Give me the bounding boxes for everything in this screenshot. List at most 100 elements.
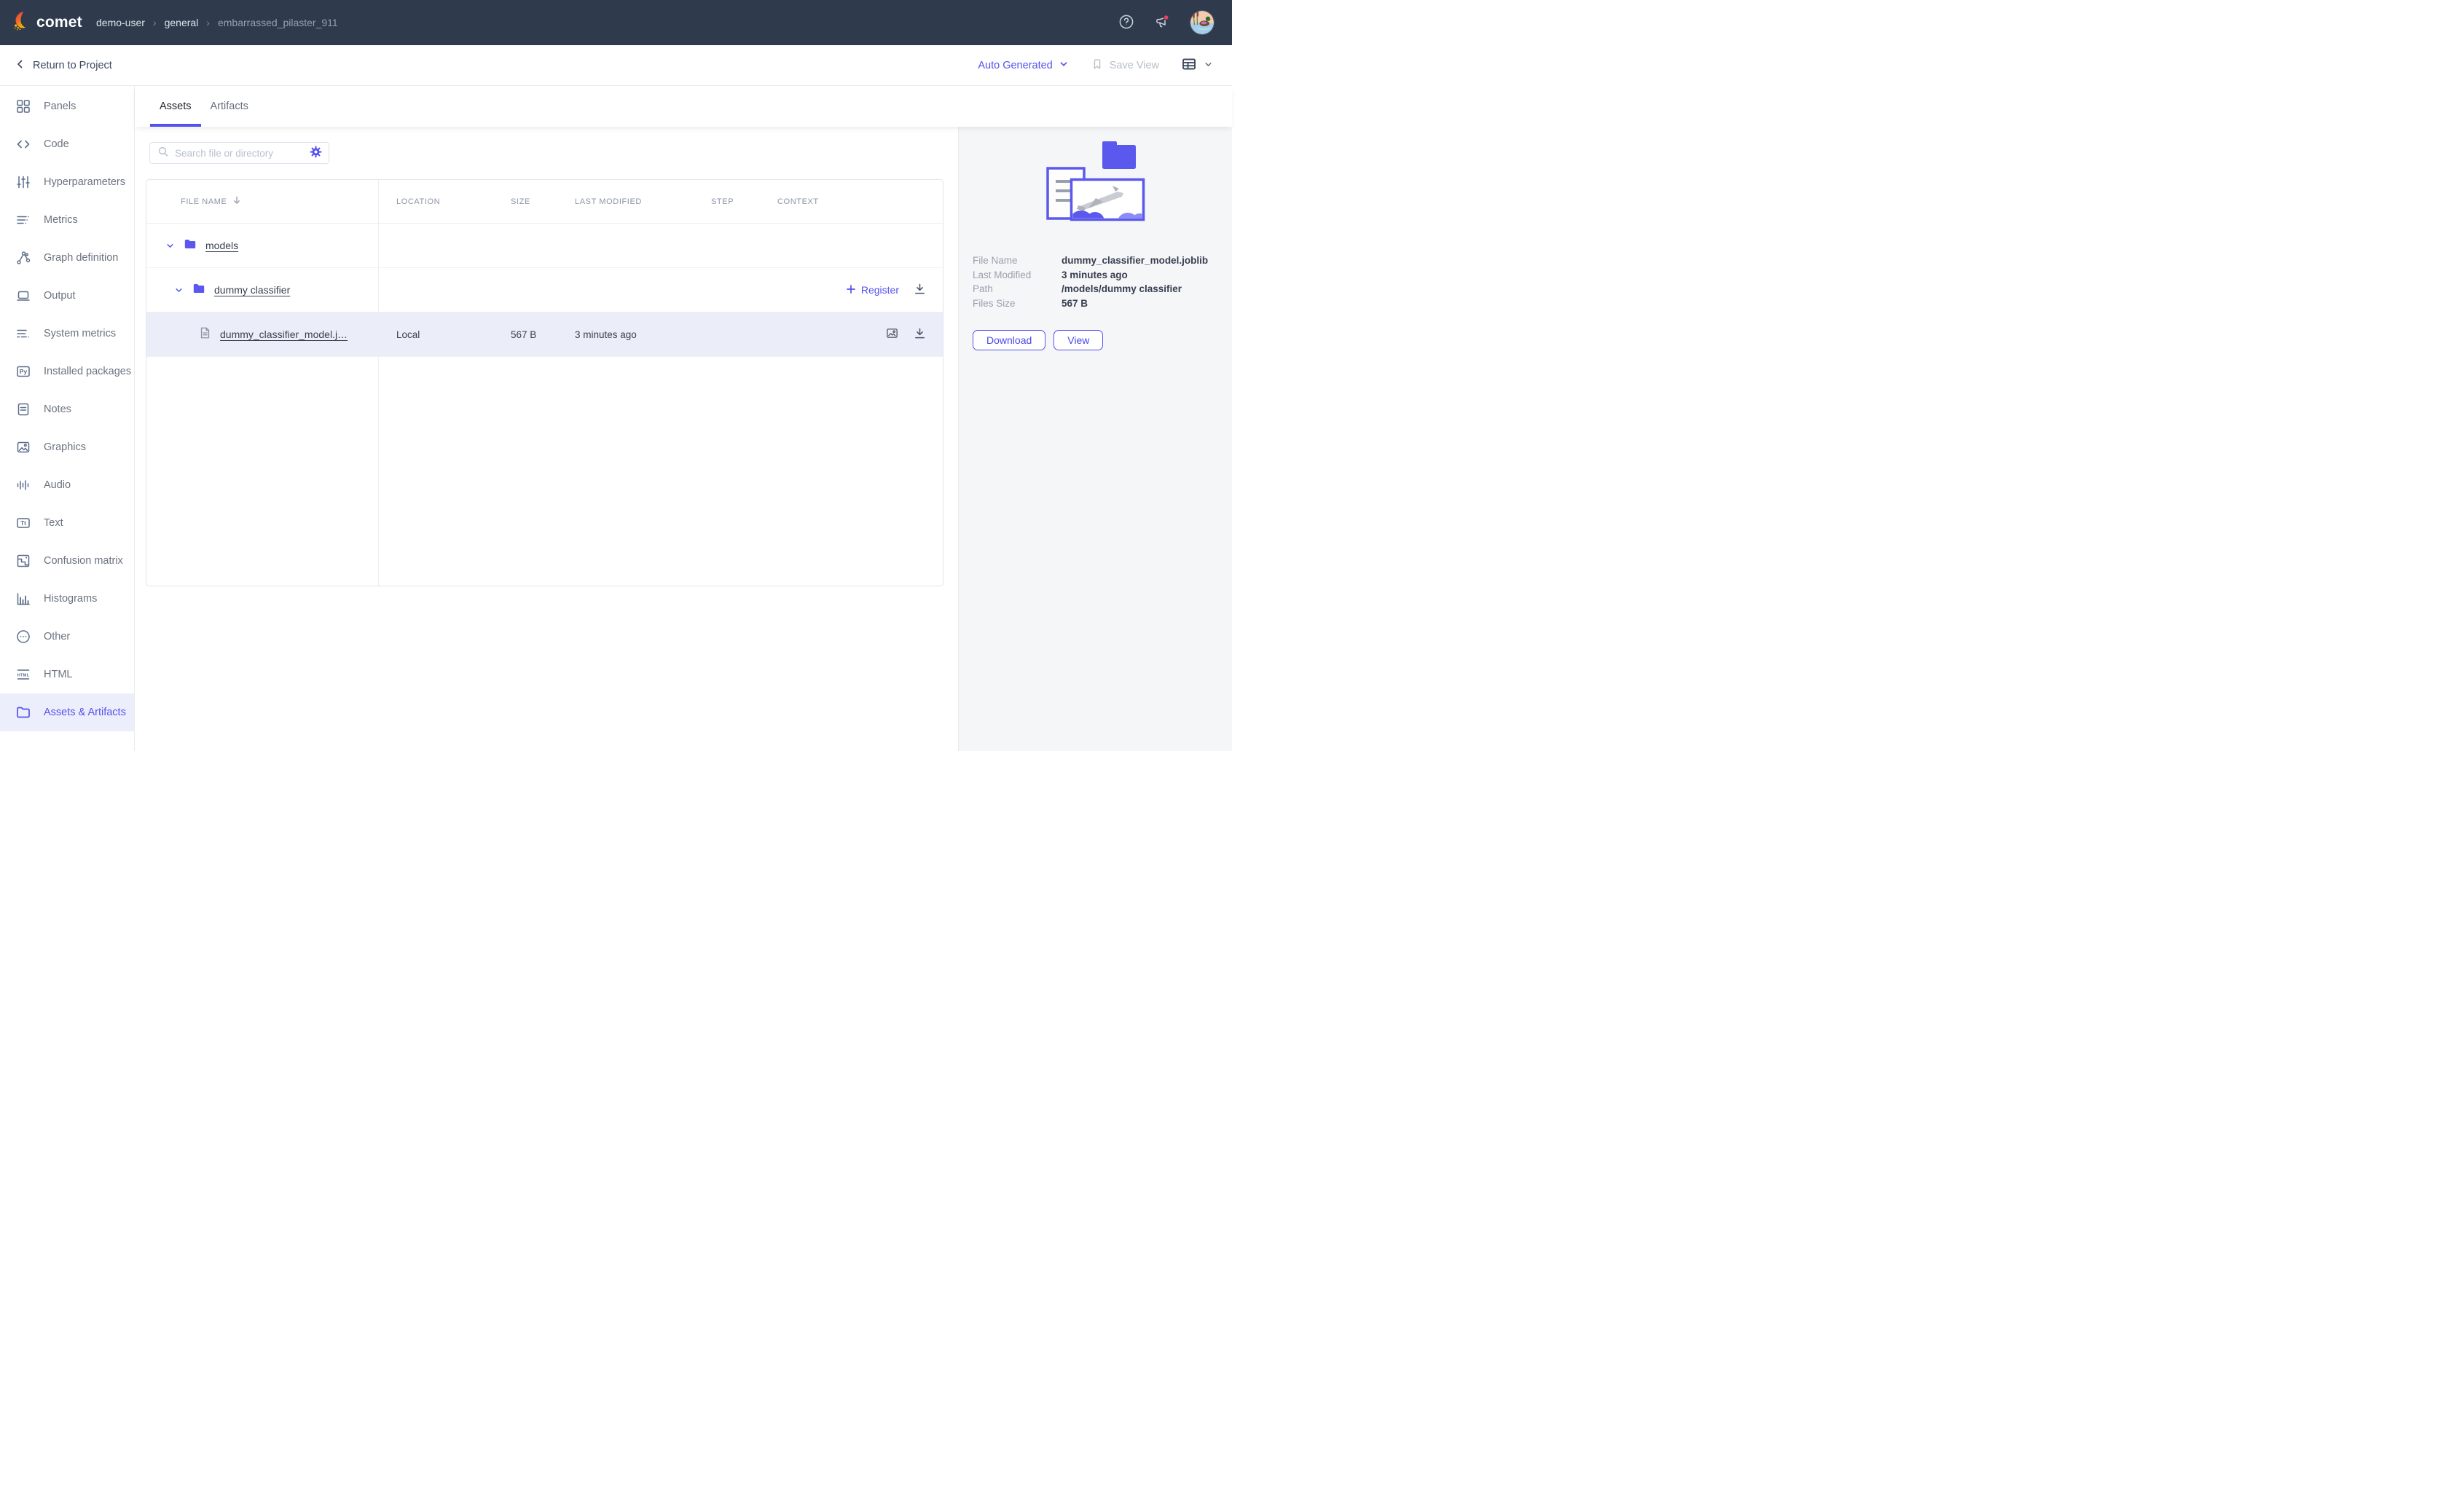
- folder-link[interactable]: models: [205, 240, 238, 251]
- breadcrumb: demo-user › general › embarrassed_pilast…: [96, 17, 338, 28]
- column-header-label: SIZE: [511, 197, 530, 206]
- search-input[interactable]: [175, 148, 304, 159]
- histogram-icon: [15, 591, 31, 607]
- tab-artifacts[interactable]: Artifacts: [201, 86, 258, 127]
- sidebar-item-histograms[interactable]: Histograms: [0, 580, 134, 618]
- preview-image-button[interactable]: [885, 326, 899, 342]
- view-button[interactable]: View: [1054, 330, 1103, 350]
- content-body: FILE NAME LOCATION SIZE LAST MODIFIED ST…: [135, 127, 1232, 751]
- register-model-button[interactable]: Register: [846, 284, 899, 296]
- tab-assets-label: Assets: [160, 101, 192, 112]
- sidebar-item-assets-artifacts[interactable]: Assets & Artifacts: [0, 693, 134, 731]
- sliders-icon: [15, 174, 31, 190]
- code-icon: [15, 136, 31, 152]
- row-actions: [885, 312, 927, 356]
- download-folder-button[interactable]: [913, 282, 927, 298]
- breadcrumb-workspace[interactable]: demo-user: [96, 17, 145, 28]
- detail-row-path: Path /models/dummy classifier: [973, 282, 1232, 296]
- column-header-step[interactable]: STEP: [711, 180, 734, 223]
- view-selector-dropdown[interactable]: Auto Generated: [978, 59, 1068, 72]
- search-settings-button[interactable]: [310, 146, 322, 160]
- sidebar-item-label: Graphics: [44, 441, 86, 453]
- sidebar-item-system-metrics[interactable]: System metrics: [0, 315, 134, 353]
- breadcrumb-separator: ›: [153, 17, 157, 28]
- file-link[interactable]: dummy_classifier_model.j…: [220, 329, 348, 340]
- column-header-size[interactable]: SIZE: [511, 180, 530, 223]
- sidebar-item-audio[interactable]: Audio: [0, 466, 134, 504]
- svg-text:Tt: Tt: [20, 520, 26, 527]
- tab-strip: Assets Artifacts: [135, 86, 1232, 127]
- bookmark-icon: [1091, 58, 1104, 74]
- logo-wordmark: comet: [36, 14, 82, 31]
- save-view-button[interactable]: Save View: [1091, 58, 1159, 74]
- column-header-context[interactable]: CONTEXT: [777, 180, 819, 223]
- collapse-chevron-icon[interactable]: [165, 241, 175, 251]
- sidebar-item-hyperparameters[interactable]: Hyperparameters: [0, 163, 134, 201]
- sidebar-item-label: Confusion matrix: [44, 555, 123, 567]
- breadcrumb-experiment: embarrassed_pilaster_911: [218, 17, 338, 28]
- column-header-label: LOCATION: [396, 197, 440, 206]
- folder-icon: [15, 704, 31, 720]
- sidebar-item-html[interactable]: HTML HTML: [0, 656, 134, 693]
- tab-assets[interactable]: Assets: [150, 86, 201, 127]
- other-icon: [15, 629, 31, 645]
- comet-logo[interactable]: comet: [12, 10, 85, 36]
- help-icon: [1118, 14, 1134, 32]
- assets-pane: FILE NAME LOCATION SIZE LAST MODIFIED ST…: [135, 127, 958, 751]
- sidebar-item-code[interactable]: Code: [0, 125, 134, 163]
- sort-descending-icon: [232, 195, 242, 208]
- collapse-chevron-icon[interactable]: [174, 286, 184, 295]
- sidebar-item-metrics[interactable]: Metrics: [0, 201, 134, 239]
- table-row-dummy-classifier[interactable]: dummy classifier Register: [146, 268, 943, 312]
- breadcrumb-project[interactable]: general: [165, 17, 199, 28]
- column-header-last-modified[interactable]: LAST MODIFIED: [575, 180, 642, 223]
- row-actions: Register: [846, 268, 927, 312]
- sidebar-item-graphics[interactable]: Graphics: [0, 428, 134, 466]
- sidebar-item-graph-definition[interactable]: Graph definition: [0, 239, 134, 277]
- column-header-label: CONTEXT: [777, 197, 819, 206]
- layout-switcher-button[interactable]: [1181, 56, 1213, 74]
- sidebar-item-text[interactable]: Tt Text: [0, 504, 134, 542]
- register-label: Register: [861, 284, 899, 296]
- main-content: Assets Artifacts: [135, 86, 1232, 751]
- sidebar-item-label: Metrics: [44, 214, 78, 226]
- notes-icon: [15, 401, 31, 417]
- gear-icon: [310, 146, 322, 160]
- sidebar-item-label: Hyperparameters: [44, 176, 125, 188]
- file-name-cell: dummy_classifier_model.j…: [199, 312, 348, 356]
- download-button[interactable]: Download: [973, 330, 1045, 350]
- table-row-models[interactable]: models: [146, 224, 943, 268]
- sidebar-item-output[interactable]: Output: [0, 277, 134, 315]
- toolbar-right: Auto Generated Save View: [978, 56, 1213, 74]
- sidebar-item-panels[interactable]: Panels: [0, 87, 134, 125]
- sidebar-item-label: Audio: [44, 479, 71, 491]
- sidebar-item-other[interactable]: Other: [0, 618, 134, 656]
- announcements-button[interactable]: [1153, 13, 1171, 33]
- column-header-location[interactable]: LOCATION: [396, 180, 440, 223]
- sidebar-item-notes[interactable]: Notes: [0, 390, 134, 428]
- panels-icon: [15, 98, 31, 114]
- folder-link[interactable]: dummy classifier: [214, 284, 290, 296]
- sidebar-item-confusion-matrix[interactable]: Confusion matrix: [0, 542, 134, 580]
- text-icon: Tt: [15, 515, 31, 531]
- comet-flame-icon: [12, 10, 31, 36]
- chevron-down-icon: [1059, 59, 1069, 72]
- return-to-project-label: Return to Project: [33, 60, 112, 71]
- help-button[interactable]: [1118, 14, 1134, 32]
- file-details: File Name dummy_classifier_model.joblib …: [973, 253, 1232, 311]
- user-avatar[interactable]: [1190, 10, 1215, 35]
- detail-label: File Name: [973, 253, 1062, 268]
- folder-icon: [192, 282, 205, 299]
- last-modified-cell: 3 minutes ago: [575, 312, 637, 356]
- audio-icon: [15, 477, 31, 493]
- table-row-model-file[interactable]: dummy_classifier_model.j… Local 567 B 3 …: [146, 312, 943, 357]
- detail-actions: Download View: [973, 330, 1232, 350]
- sidebar-item-installed-packages[interactable]: Py Installed packages: [0, 353, 134, 390]
- image-icon: [15, 439, 31, 455]
- file-preview-illustration: [1046, 141, 1145, 221]
- column-header-file-name[interactable]: FILE NAME: [181, 180, 242, 223]
- download-file-button[interactable]: [913, 326, 927, 342]
- detail-value: /models/dummy classifier: [1062, 282, 1182, 296]
- return-to-project-button[interactable]: Return to Project: [15, 58, 112, 73]
- sidebar-item-label: Installed packages: [44, 366, 131, 377]
